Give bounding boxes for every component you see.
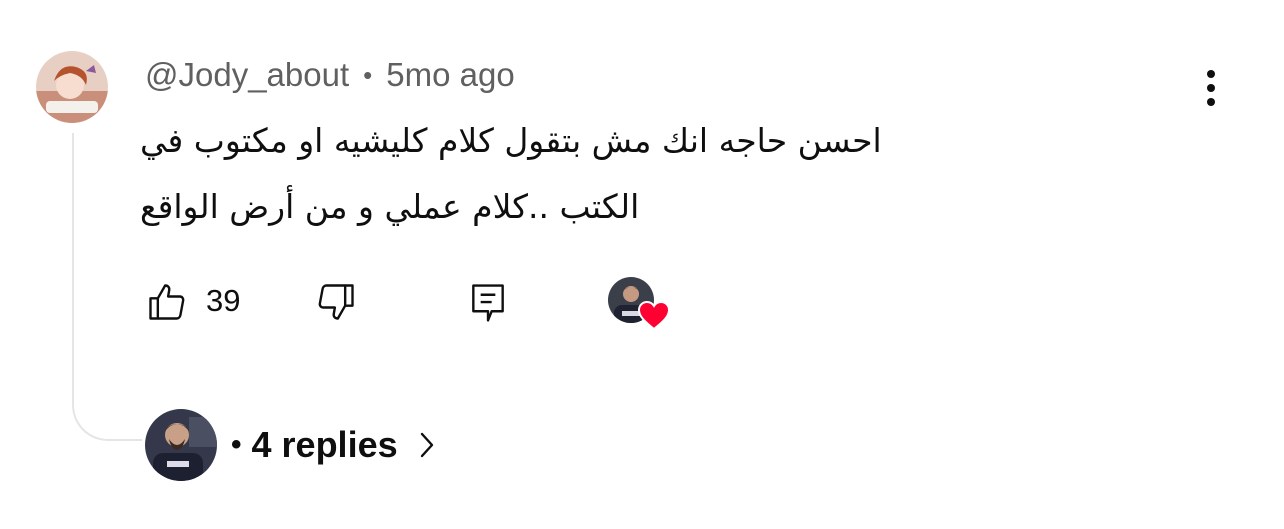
more-vert-icon	[1207, 70, 1215, 106]
thumb-down-icon	[318, 284, 354, 320]
comment: @Jody_about • 5mo ago احسن حاجه انك مش ب…	[0, 0, 1284, 529]
meta-separator: •	[363, 59, 373, 90]
chevron-right-icon	[420, 432, 433, 458]
replies-separator: •	[231, 428, 242, 461]
like-count: 39	[206, 283, 241, 318]
comment-text-line: الكتب ..كلام عملي و من أرض الواقع	[140, 187, 640, 226]
more-actions-button[interactable]	[1196, 68, 1226, 110]
comment-meta: @Jody_about • 5mo ago	[145, 56, 515, 94]
comment-time[interactable]: 5mo ago	[386, 56, 514, 94]
author-name[interactable]: @Jody_about	[145, 56, 349, 94]
creator-heart-badge[interactable]	[608, 277, 672, 333]
heart-icon	[638, 301, 670, 331]
comment-actions: 39	[0, 270, 800, 334]
comment-text: احسن حاجه انك مش بتقول كلام كليشيه او مك…	[140, 108, 1020, 240]
dislike-button[interactable]	[314, 280, 358, 324]
reply-icon	[472, 284, 504, 322]
replies-label: 4 replies	[251, 424, 398, 465]
author-avatar[interactable]	[36, 51, 108, 123]
reply-button[interactable]	[466, 280, 510, 326]
like-button[interactable]	[145, 280, 189, 324]
reply-author-avatar	[145, 409, 217, 481]
thumb-up-icon	[149, 284, 185, 320]
comment-text-line: احسن حاجه انك مش بتقول كلام كليشيه او مك…	[140, 121, 882, 160]
view-replies-button[interactable]: • 4 replies	[145, 409, 436, 481]
